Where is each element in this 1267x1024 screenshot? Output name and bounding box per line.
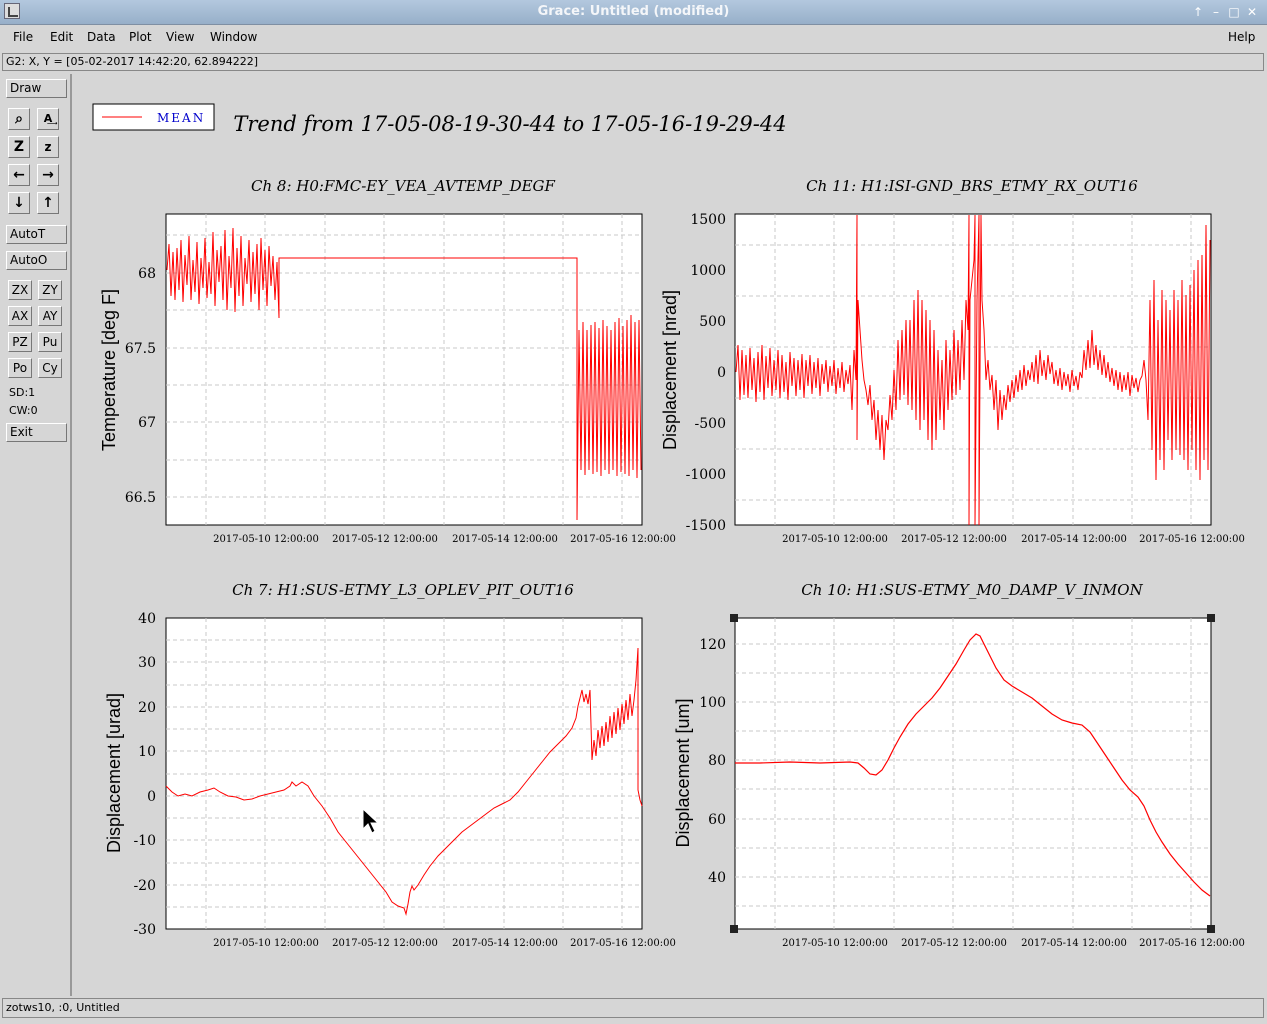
- pan-up-icon[interactable]: ↑: [37, 192, 59, 214]
- x-tick-label: 2017-05-12 12:00:00: [901, 938, 1007, 949]
- tool-panel: Draw ⌕ A͢ Z z ← → ↓ ↑ AutoT AutoO ZX ZY …: [0, 74, 72, 996]
- coordinate-readout: G2: X, Y = [05-02-2017 14:42:20, 62.8942…: [2, 53, 1264, 71]
- y-tick-label: -1000: [686, 467, 726, 483]
- autoscale-text-icon[interactable]: A͢: [37, 108, 59, 130]
- autot-button[interactable]: AutoT: [6, 225, 67, 244]
- y-tick-label: -20: [133, 878, 156, 894]
- x-tick-label: 2017-05-14 12:00:00: [1021, 938, 1127, 949]
- x-tick-label: 2017-05-10 12:00:00: [213, 534, 319, 545]
- y-axis-label: Temperature [deg F]: [99, 289, 119, 451]
- y-tick-label: 40: [708, 870, 726, 886]
- y-tick-label: 1500: [690, 212, 726, 228]
- x-tick-label: 2017-05-10 12:00:00: [782, 534, 888, 545]
- y-axis-label: Displacement [nrad]: [660, 290, 680, 450]
- y-tick-label: 120: [699, 637, 726, 653]
- y-tick-label: 80: [708, 753, 726, 769]
- maximize-icon[interactable]: □: [1226, 4, 1242, 20]
- menu-bar: File Edit Data Plot View Window Help: [0, 25, 1267, 50]
- y-axis-label: Displacement [urad]: [104, 693, 124, 853]
- cy-button[interactable]: Cy: [38, 358, 62, 378]
- x-tick-label: 2017-05-10 12:00:00: [213, 938, 319, 949]
- pan-down-icon[interactable]: ↓: [8, 192, 30, 214]
- ay-button[interactable]: AY: [38, 306, 62, 326]
- selection-handle[interactable]: [1207, 614, 1215, 622]
- plot-title: Ch 8: H0:FMC-EY_VEA_AVTEMP_DEGF: [251, 177, 556, 195]
- y-tick-label: -30: [133, 922, 156, 938]
- zoom-icon[interactable]: ⌕: [8, 108, 30, 130]
- y-tick-label: -10: [133, 833, 156, 849]
- y-tick-label: 500: [699, 314, 726, 330]
- status-bar: zotws10, :0, Untitled: [2, 998, 1264, 1018]
- y-tick-label: 60: [708, 812, 726, 828]
- cw-label: CW:0: [9, 404, 38, 417]
- title-bar: Grace: Untitled (modified) ↑ – □ ✕: [0, 0, 1267, 25]
- sd-label: SD:1: [9, 386, 36, 399]
- y-tick-label: 67.5: [125, 341, 156, 357]
- x-tick-label: 2017-05-14 12:00:00: [452, 534, 558, 545]
- y-tick-label: 68: [138, 266, 156, 282]
- ax-button[interactable]: AX: [8, 306, 32, 326]
- y-tick-label: 67: [138, 415, 156, 431]
- plot-ch11[interactable]: Ch 11: H1:ISI-GND_BRS_ETMY_RX_OUT16 1500…: [660, 177, 1245, 545]
- exit-button[interactable]: Exit: [6, 423, 67, 442]
- x-tick-label: 2017-05-10 12:00:00: [782, 938, 888, 949]
- plot-title: Ch 10: H1:SUS-ETMY_M0_DAMP_V_INMON: [801, 581, 1143, 599]
- y-tick-label: 66.5: [125, 490, 156, 506]
- plot-ch8[interactable]: Ch 8: H0:FMC-EY_VEA_AVTEMP_DEGF 68 67.5 …: [99, 177, 676, 545]
- legend[interactable]: MEAN: [92, 103, 215, 131]
- menu-view[interactable]: View: [166, 30, 194, 44]
- selection-handle[interactable]: [1207, 925, 1215, 933]
- window-title: Grace: Untitled (modified): [537, 4, 730, 19]
- menu-window[interactable]: Window: [210, 30, 257, 44]
- selection-handle[interactable]: [730, 925, 738, 933]
- selection-handle[interactable]: [730, 614, 738, 622]
- y-axis-label: Displacement [um]: [673, 698, 693, 847]
- plot-title: Ch 7: H1:SUS-ETMY_L3_OPLEV_PIT_OUT16: [232, 581, 574, 599]
- x-tick-label: 2017-05-16 12:00:00: [570, 938, 676, 949]
- menu-help[interactable]: Help: [1228, 30, 1255, 44]
- zy-button[interactable]: ZY: [38, 280, 62, 300]
- x-tick-label: 2017-05-12 12:00:00: [332, 938, 438, 949]
- legend-label: MEAN: [157, 111, 205, 125]
- y-tick-label: 20: [138, 700, 156, 716]
- y-tick-label: 0: [717, 365, 726, 381]
- x-tick-label: 2017-05-14 12:00:00: [1021, 534, 1127, 545]
- plot-ch10[interactable]: Ch 10: H1:SUS-ETMY_M0_DAMP_V_INMON 120 1…: [673, 581, 1245, 949]
- y-tick-label: 40: [138, 611, 156, 627]
- pan-left-icon[interactable]: ←: [8, 164, 30, 186]
- y-tick-label: -500: [695, 416, 726, 432]
- x-tick-label: 2017-05-16 12:00:00: [1139, 938, 1245, 949]
- y-tick-label: 100: [699, 695, 726, 711]
- y-tick-label: 10: [138, 744, 156, 760]
- zoom-out-icon[interactable]: z: [37, 136, 59, 158]
- close-icon[interactable]: ✕: [1244, 4, 1260, 20]
- menu-edit[interactable]: Edit: [50, 30, 73, 44]
- x-tick-label: 2017-05-12 12:00:00: [901, 534, 1007, 545]
- pan-right-icon[interactable]: →: [37, 164, 59, 186]
- zoom-in-icon[interactable]: Z: [8, 136, 30, 158]
- y-tick-label: 30: [138, 655, 156, 671]
- plot-ch7[interactable]: Ch 7: H1:SUS-ETMY_L3_OPLEV_PIT_OUT16 40 …: [104, 581, 676, 949]
- pz-button[interactable]: PZ: [8, 332, 32, 352]
- minimize-icon[interactable]: –: [1208, 4, 1224, 20]
- y-tick-label: 0: [147, 789, 156, 805]
- menu-plot[interactable]: Plot: [129, 30, 152, 44]
- y-tick-label: -1500: [686, 518, 726, 534]
- menu-data[interactable]: Data: [87, 30, 116, 44]
- x-tick-label: 2017-05-16 12:00:00: [570, 534, 676, 545]
- plot-title: Ch 11: H1:ISI-GND_BRS_ETMY_RX_OUT16: [806, 177, 1138, 195]
- draw-button[interactable]: Draw: [6, 79, 67, 98]
- autoo-button[interactable]: AutoO: [6, 251, 67, 270]
- pu-button[interactable]: Pu: [38, 332, 62, 352]
- po-button[interactable]: Po: [8, 358, 32, 378]
- main-title: Trend from 17-05-08-19-30-44 to 17-05-16…: [233, 112, 786, 136]
- y-tick-label: 1000: [690, 263, 726, 279]
- x-tick-label: 2017-05-12 12:00:00: [332, 534, 438, 545]
- x-tick-label: 2017-05-16 12:00:00: [1139, 534, 1245, 545]
- menu-arrow-icon[interactable]: ↑: [1190, 4, 1206, 20]
- plot-canvas[interactable]: MEAN Trend from 17-05-08-19-30-44 to 17-…: [72, 74, 1264, 996]
- zx-button[interactable]: ZX: [8, 280, 32, 300]
- x-tick-label: 2017-05-14 12:00:00: [452, 938, 558, 949]
- menu-file[interactable]: File: [13, 30, 33, 44]
